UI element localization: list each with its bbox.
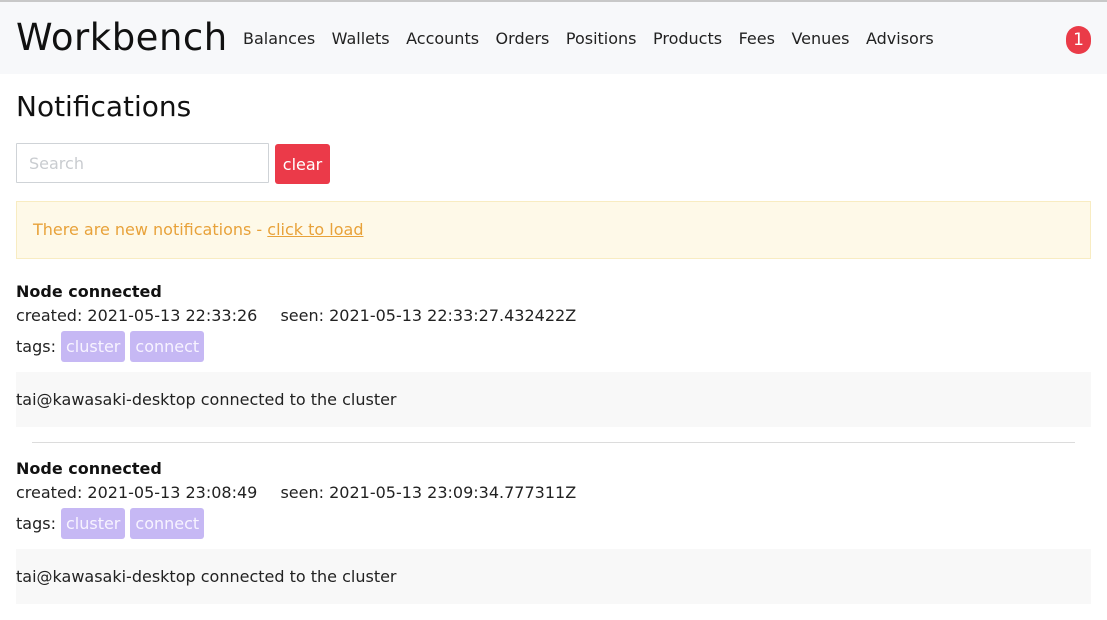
tags-row: tags: cluster connect	[16, 330, 1091, 362]
nav-item-balances[interactable]: Balances	[243, 29, 315, 48]
tag-connect[interactable]: connect	[130, 507, 205, 539]
nav-item-fees[interactable]: Fees	[739, 29, 775, 48]
divider	[32, 442, 1075, 443]
brand-logo[interactable]: Workbench	[16, 16, 228, 59]
seen-timestamp: seen: 2021-05-13 22:33:27.432422Z	[280, 306, 577, 325]
nav-links: Balances Wallets Accounts Orders Positio…	[243, 29, 950, 48]
alert-text: There are new notifications -	[33, 220, 268, 239]
notification-item: Node connected created: 2021-05-13 22:33…	[16, 282, 1091, 427]
tag-cluster[interactable]: cluster	[60, 507, 126, 539]
page-title: Notifications	[16, 90, 192, 123]
nav-item-positions[interactable]: Positions	[566, 29, 637, 48]
notification-message: tai@kawasaki-desktop connected to the cl…	[16, 549, 1091, 604]
nav-item-wallets[interactable]: Wallets	[332, 29, 390, 48]
search-input[interactable]	[16, 143, 269, 183]
tags-row: tags: cluster connect	[16, 507, 1091, 539]
clear-button[interactable]: clear	[275, 144, 330, 184]
click-to-load-link[interactable]: click to load	[267, 220, 363, 239]
notification-item: Node connected created: 2021-05-13 23:08…	[16, 459, 1091, 604]
navbar: Workbench Balances Wallets Accounts Orde…	[0, 2, 1107, 74]
notification-meta: created: 2021-05-13 23:08:49 seen: 2021-…	[16, 483, 1091, 507]
nav-item-advisors[interactable]: Advisors	[866, 29, 934, 48]
nav-item-accounts[interactable]: Accounts	[406, 29, 479, 48]
new-notifications-alert: There are new notifications - click to l…	[16, 201, 1091, 259]
tags-label: tags:	[16, 513, 56, 533]
created-timestamp: created: 2021-05-13 22:33:26	[16, 306, 258, 325]
notification-meta: created: 2021-05-13 22:33:26 seen: 2021-…	[16, 306, 1091, 330]
tag-cluster[interactable]: cluster	[60, 330, 126, 362]
nav-item-venues[interactable]: Venues	[791, 29, 849, 48]
notification-title: Node connected	[16, 282, 162, 301]
notification-count-badge[interactable]: 1	[1066, 26, 1091, 54]
notification-title: Node connected	[16, 459, 162, 478]
created-timestamp: created: 2021-05-13 23:08:49	[16, 483, 258, 502]
seen-timestamp: seen: 2021-05-13 23:09:34.777311Z	[280, 483, 577, 502]
notification-message: tai@kawasaki-desktop connected to the cl…	[16, 372, 1091, 427]
nav-item-orders[interactable]: Orders	[496, 29, 550, 48]
tags-label: tags:	[16, 336, 56, 356]
nav-item-products[interactable]: Products	[653, 29, 722, 48]
tag-connect[interactable]: connect	[130, 330, 205, 362]
